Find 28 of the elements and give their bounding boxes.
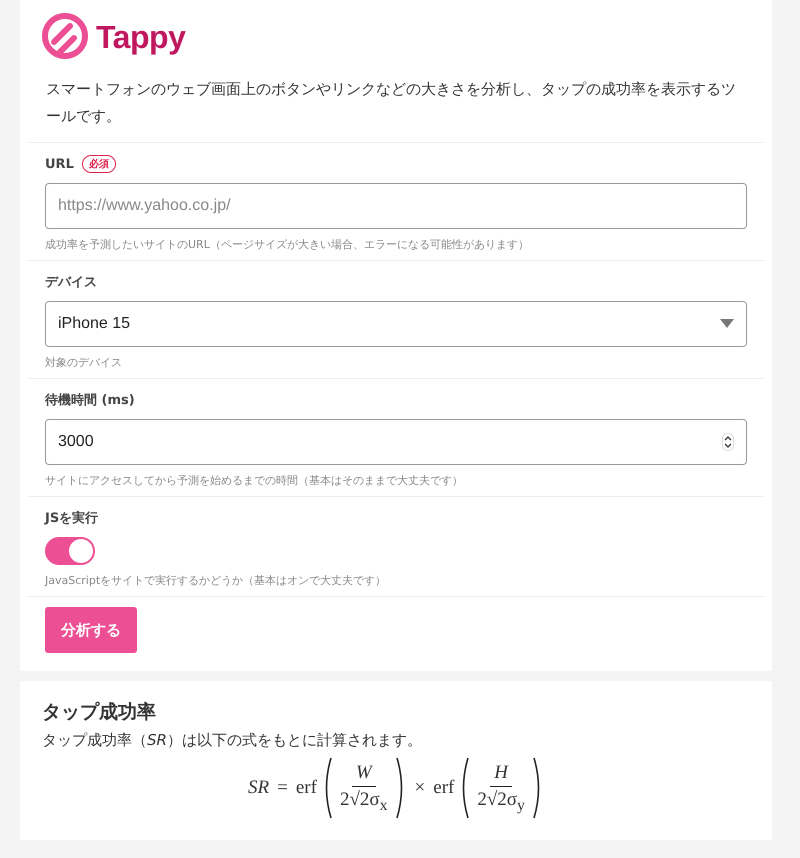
formula-function: erf (433, 777, 454, 799)
help-text: サイトにアクセスしてから予測を始めるまでの時間（基本はそのままで大丈夫です） (45, 473, 464, 488)
help-text: 対象のデバイス (45, 355, 123, 370)
wait-time-field[interactable]: 3000 (45, 419, 747, 465)
formula-operator: = (277, 777, 288, 799)
section-title: タップ成功率 (42, 700, 157, 725)
url-field[interactable]: https://www.yahoo.co.jp/ (45, 183, 747, 229)
field-label: URL (45, 156, 74, 172)
field-label: JSを実行 (45, 510, 98, 527)
field-label: デバイス (45, 274, 97, 291)
required-badge: 必須 (82, 155, 116, 173)
description-text: スマートフォンのウェブ画面上のボタンやリンクなどの大きさを分析し、タップの成功率を表示するツールです。 (28, 70, 764, 143)
help-text: 成功率を予測したいサイトのURL（ページサイズが大きい場合、エラーになる可能性があります） (45, 237, 530, 252)
formula-numerator: H (490, 762, 512, 787)
formula-denominator: 2√2σ$_{x}$ (340, 788, 388, 814)
formula-function: erf (296, 777, 317, 799)
formula-denominator: 2√2σ$_{y}$ (477, 788, 525, 814)
js-toggle[interactable] (45, 537, 95, 565)
formula-numerator: W (352, 762, 376, 787)
help-text: JavaScriptをサイトで実行するかどうか（基本はオンで大丈夫です） (45, 573, 388, 588)
device-select[interactable]: iPhone 15 (45, 301, 747, 347)
logo-text: Tappy (96, 18, 186, 56)
dropdown-caret-icon (720, 319, 734, 329)
formula-symbol: SR (248, 777, 270, 799)
section-text: タップ成功率（SR）は以下の式をもとに計算されます。 (42, 731, 423, 750)
field-label: 待機時間 (ms) (45, 392, 135, 409)
formula-operator: × (414, 777, 426, 799)
stepper-icon[interactable] (722, 433, 734, 451)
